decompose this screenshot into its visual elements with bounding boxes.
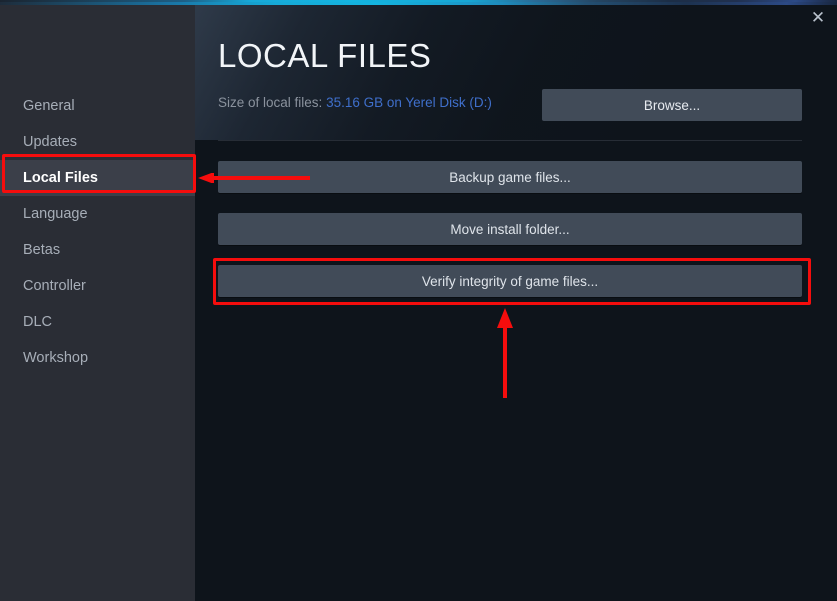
settings-sidebar: General Updates Local Files Language Bet…: [0, 5, 195, 601]
browse-button[interactable]: Browse...: [542, 89, 802, 121]
move-install-folder-button[interactable]: Move install folder...: [218, 213, 802, 245]
sidebar-item-language[interactable]: Language: [0, 196, 195, 232]
game-logo-watermark: [18, 35, 168, 71]
sidebar-item-betas[interactable]: Betas: [0, 232, 195, 268]
verify-integrity-button[interactable]: Verify integrity of game files...: [218, 265, 802, 297]
local-files-panel: ✕ LOCAL FILES Size of local files: 35.16…: [195, 5, 837, 601]
sidebar-item-label: Local Files: [23, 170, 98, 186]
sidebar-item-general[interactable]: General: [0, 88, 195, 124]
sidebar-item-controller[interactable]: Controller: [0, 268, 195, 304]
sidebar-item-dlc[interactable]: DLC: [0, 304, 195, 340]
size-label: Size of local files:: [218, 95, 323, 110]
sidebar-item-local-files[interactable]: Local Files: [0, 160, 195, 196]
sidebar-menu: General Updates Local Files Language Bet…: [0, 88, 195, 376]
close-icon[interactable]: ✕: [805, 7, 831, 29]
local-files-size-row: Size of local files: 35.16 GB on Yerel D…: [218, 95, 492, 110]
backup-game-files-button[interactable]: Backup game files...: [218, 161, 802, 193]
sidebar-item-workshop[interactable]: Workshop: [0, 340, 195, 376]
sidebar-item-updates[interactable]: Updates: [0, 124, 195, 160]
section-divider: [218, 140, 802, 141]
sidebar-item-label: Workshop: [23, 350, 89, 366]
sidebar-item-label: General: [23, 98, 75, 114]
game-artwork-strip-highlight: [0, 2, 837, 5]
sidebar-item-label: Controller: [23, 278, 86, 294]
sidebar-item-label: DLC: [23, 314, 53, 330]
sidebar-item-label: Language: [23, 206, 88, 222]
sidebar-item-label: Updates: [23, 134, 78, 150]
sidebar-item-label: Betas: [23, 242, 61, 258]
steam-game-properties-window: General Updates Local Files Language Bet…: [0, 0, 837, 601]
size-value-link[interactable]: 35.16 GB on Yerel Disk (D:): [326, 95, 492, 110]
page-title: LOCAL FILES: [218, 37, 432, 74]
